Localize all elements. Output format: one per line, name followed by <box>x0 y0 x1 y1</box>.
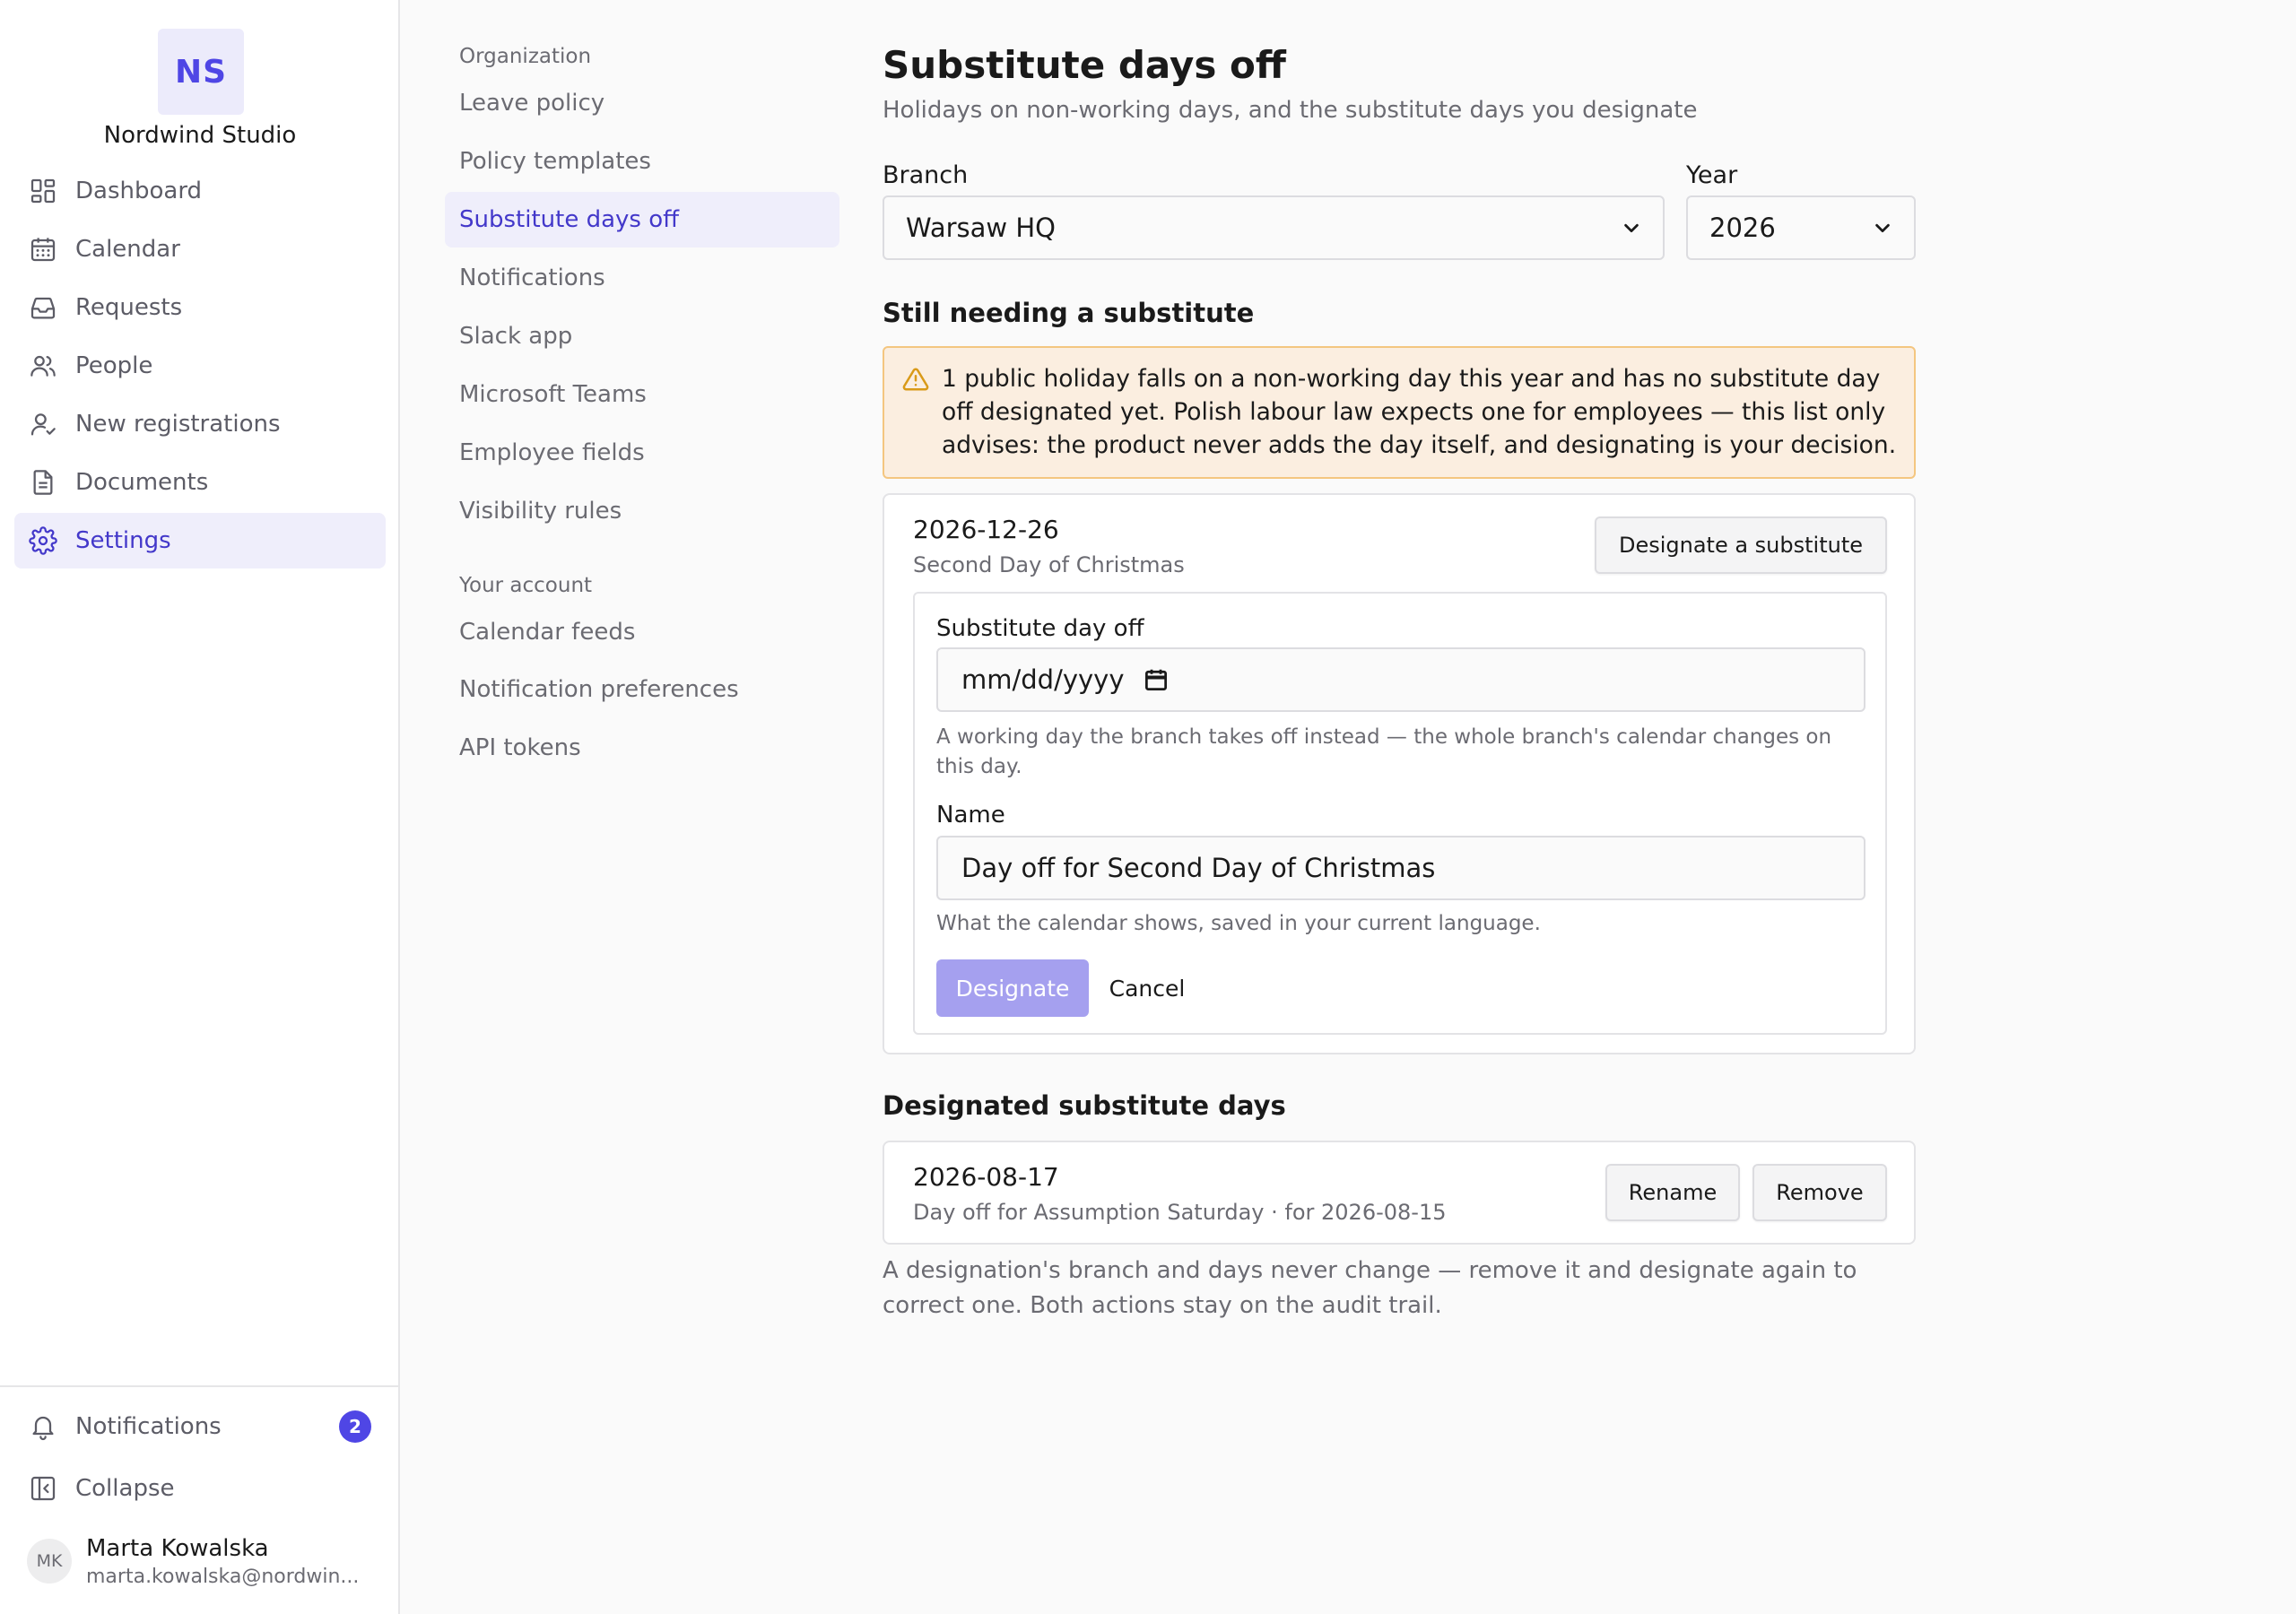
designate-button[interactable]: Designate <box>936 959 1089 1017</box>
avatar: MK <box>27 1539 72 1584</box>
cancel-button[interactable]: Cancel <box>1107 959 1187 1017</box>
settings-item-calendar-feeds[interactable]: Calendar feeds <box>445 604 839 660</box>
year-select-value: 2026 <box>1709 213 1776 243</box>
sidebar-item-label: Dashboard <box>75 178 203 204</box>
chevron-down-icon <box>1873 218 1892 238</box>
bell-icon <box>29 1412 75 1441</box>
sidebar-item-settings[interactable]: Settings <box>14 513 386 568</box>
warning-text: 1 public holiday falls on a non-working … <box>942 365 1897 459</box>
sidebar-item-calendar[interactable]: Calendar <box>14 221 386 277</box>
sidebar-item-people[interactable]: People <box>14 338 386 394</box>
name-input-value: Day off for Second Day of Christmas <box>961 853 1436 883</box>
sidebar-item-label: New registrations <box>75 411 281 438</box>
name-label: Name <box>936 802 1005 829</box>
calendar-picker-icon[interactable] <box>1143 666 1170 693</box>
settings-item-policy-templates[interactable]: Policy templates <box>445 134 839 189</box>
sidebar-item-dashboard[interactable]: Dashboard <box>14 163 386 219</box>
user-name: Marta Kowalska <box>86 1534 269 1562</box>
settings-group-title: Your account <box>459 574 593 597</box>
sidebar-item-label: People <box>75 352 153 379</box>
page-title: Substitute days off <box>883 43 1286 87</box>
substitute-date-input[interactable]: mm/dd/yyyy <box>936 647 1866 712</box>
designate-form: Substitute day off mm/dd/yyyy A working … <box>913 592 1887 1035</box>
branch-select[interactable]: Warsaw HQ <box>883 195 1665 260</box>
dashboard-icon <box>29 177 75 205</box>
settings-item-api-tokens[interactable]: API tokens <box>445 720 839 776</box>
user-profile[interactable]: MK Marta Kowalska marta.kowalska@nordwin… <box>27 1530 386 1592</box>
date-placeholder: mm/dd/yyyy <box>961 664 1125 695</box>
settings-item-visibility-rules[interactable]: Visibility rules <box>445 483 839 539</box>
sidebar-item-notifications[interactable]: Notifications 2 <box>14 1397 386 1456</box>
branch-label: Branch <box>883 161 969 189</box>
collapse-sidebar-icon <box>29 1474 75 1503</box>
sidebar-item-label: Notifications <box>75 1413 222 1440</box>
name-input[interactable]: Day off for Second Day of Christmas <box>936 836 1866 900</box>
settings-item-microsoft-teams[interactable]: Microsoft Teams <box>445 367 839 422</box>
designate-substitute-button[interactable]: Designate a substitute <box>1595 516 1887 574</box>
sidebar-item-documents[interactable]: Documents <box>14 455 386 510</box>
main-nav: Dashboard Calendar Requests People New r… <box>14 163 386 571</box>
sidebar-divider <box>0 1385 400 1387</box>
branch-select-value: Warsaw HQ <box>906 213 1056 243</box>
brand-logo[interactable]: NS <box>158 29 244 115</box>
sidebar-item-requests[interactable]: Requests <box>14 280 386 335</box>
people-icon <box>29 351 75 380</box>
name-help: What the calendar shows, saved in your c… <box>936 912 1541 935</box>
holiday-card: 2026-12-26 Second Day of Christmas Desig… <box>883 493 1916 1054</box>
holiday-date: 2026-12-26 <box>913 515 1059 544</box>
designated-footnote: A designation's branch and days never ch… <box>883 1257 1857 1319</box>
settings-item-employee-fields[interactable]: Employee fields <box>445 425 839 481</box>
notification-count-badge: 2 <box>339 1410 371 1443</box>
section-title-designated: Designated substitute days <box>883 1090 1286 1121</box>
sidebar-item-label: Documents <box>75 469 209 496</box>
page-subtitle: Holidays on non-working days, and the su… <box>883 97 1698 124</box>
year-select[interactable]: 2026 <box>1686 195 1916 260</box>
user-email: marta.kowalska@nordwin... <box>86 1565 360 1588</box>
settings-item-substitute-days-off[interactable]: Substitute days off <box>445 192 839 247</box>
inbox-icon <box>29 293 75 322</box>
gear-icon <box>29 526 75 555</box>
sidebar-item-new-registrations[interactable]: New registrations <box>14 396 386 452</box>
sidebar-footer: Notifications 2 Collapse <box>14 1397 386 1521</box>
sidebar-item-label: Settings <box>75 527 171 554</box>
holiday-name: Second Day of Christmas <box>913 552 1185 577</box>
settings-item-notifications[interactable]: Notifications <box>445 250 839 306</box>
warning-triangle-icon <box>902 366 929 393</box>
settings-item-slack-app[interactable]: Slack app <box>445 308 839 364</box>
rename-button[interactable]: Rename <box>1605 1164 1740 1221</box>
calendar-icon <box>29 235 75 264</box>
warning-callout: 1 public holiday falls on a non-working … <box>883 346 1916 479</box>
sidebar-collapse-button[interactable]: Collapse <box>14 1459 386 1518</box>
substitute-date-help: A working day the branch takes off inste… <box>936 725 1832 778</box>
designated-date: 2026-08-17 <box>913 1162 1059 1192</box>
remove-button[interactable]: Remove <box>1752 1164 1887 1221</box>
settings-group-title: Organization <box>459 45 592 68</box>
section-title-still-needing: Still needing a substitute <box>883 298 1255 328</box>
sidebar-item-label: Collapse <box>75 1475 175 1502</box>
designated-item-card: 2026-08-17 Day off for Assumption Saturd… <box>883 1141 1916 1245</box>
settings-item-leave-policy[interactable]: Leave policy <box>445 75 839 131</box>
brand-name: Nordwind Studio <box>103 122 297 149</box>
document-icon <box>29 468 75 497</box>
chevron-down-icon <box>1622 218 1641 238</box>
sidebar-item-label: Calendar <box>75 236 180 263</box>
settings-item-notification-preferences[interactable]: Notification preferences <box>445 662 839 717</box>
user-check-icon <box>29 410 75 438</box>
sidebar-item-label: Requests <box>75 294 183 321</box>
year-label: Year <box>1686 161 1738 189</box>
designated-detail: Day off for Assumption Saturday · for 20… <box>913 1200 1447 1225</box>
sidebar: NS Nordwind Studio Dashboard Calendar Re… <box>0 0 400 1614</box>
substitute-day-label: Substitute day off <box>936 615 1144 642</box>
